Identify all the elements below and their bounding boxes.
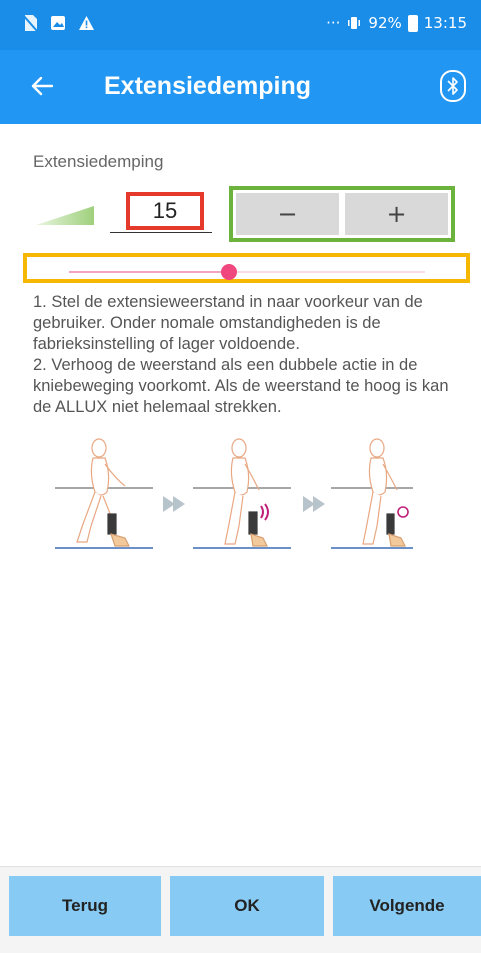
instruction-1: 1. Stel de extensieweerstand in naar voo…	[33, 293, 423, 353]
value-underline	[110, 232, 212, 233]
status-bar: ··· 92% 13:15	[0, 0, 481, 50]
bluetooth-icon	[447, 77, 458, 95]
back-footer-button[interactable]: Terug	[9, 876, 161, 936]
status-left-icons	[22, 14, 95, 32]
decrement-button[interactable]: −	[236, 193, 339, 235]
arrow-icon-1	[163, 496, 185, 512]
ok-button[interactable]: OK	[170, 876, 324, 936]
back-button[interactable]	[22, 66, 62, 106]
status-time: 13:15	[423, 14, 467, 32]
battery-percent: 92%	[368, 14, 402, 32]
app-bar: Extensiedemping	[0, 50, 481, 124]
next-button[interactable]: Volgende	[333, 876, 481, 936]
status-dots: ···	[326, 14, 341, 32]
arrow-left-icon	[31, 76, 53, 96]
battery-icon	[407, 14, 418, 32]
value-display[interactable]: 15	[126, 192, 204, 230]
page-title: Extensiedemping	[104, 72, 311, 100]
status-right: ··· 92% 13:15	[326, 14, 467, 32]
figure-2	[193, 438, 291, 549]
figure-1	[55, 438, 153, 549]
arrow-icon-2	[303, 496, 325, 512]
vibrate-icon	[348, 17, 361, 29]
ramp-icon	[36, 206, 94, 225]
footer-bar: Terug OK Volgende	[0, 866, 481, 953]
image-icon	[51, 16, 65, 30]
slider-thumb[interactable]	[221, 264, 238, 280]
no-sim-icon	[22, 14, 38, 32]
slider-frame	[23, 253, 470, 283]
bluetooth-button[interactable]	[440, 70, 466, 102]
warning-icon	[79, 16, 94, 30]
increment-button[interactable]: +	[345, 193, 448, 235]
walking-illustration	[55, 438, 413, 549]
value-stepper: − +	[229, 186, 455, 242]
parameter-label: Extensiedemping	[33, 152, 164, 171]
figure-3	[331, 438, 413, 549]
slider-track-fill	[69, 271, 230, 273]
instruction-2: 2. Verhoog de weerstand als een dubbele …	[33, 356, 449, 416]
instructions: 1. Stel de extensieweerstand in naar voo…	[33, 292, 463, 418]
